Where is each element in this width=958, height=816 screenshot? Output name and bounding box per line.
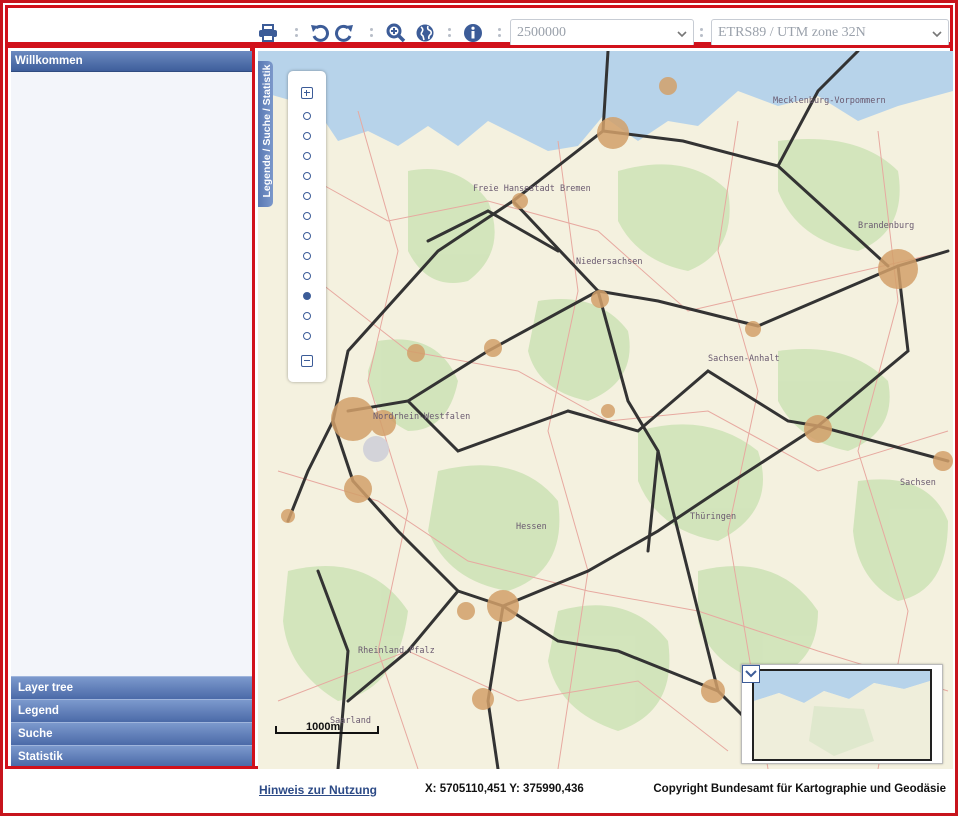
zoom-level-7[interactable] (303, 232, 311, 240)
selection-marker (363, 436, 389, 462)
zoom-bar (288, 71, 326, 382)
toolbar: 2500000 ETRS89 / UTM zone 32N (5, 5, 953, 47)
toolbar-separator (370, 26, 373, 40)
scale-select-value: 2500000 (517, 25, 566, 40)
zoom-in-button[interactable] (385, 21, 407, 45)
place-label-nrw: Nordrhein-Westfalen (373, 412, 470, 422)
toolbar-separator (498, 26, 501, 40)
place-label-hessen: Hessen (516, 522, 547, 532)
sidebar: Willkommen Layer tree Legend Suche Stati… (5, 45, 253, 769)
zoom-level-3[interactable] (303, 152, 311, 160)
print-icon (259, 24, 277, 42)
globe-icon (416, 24, 434, 42)
undo-icon (311, 24, 329, 42)
sidebar-item-legend[interactable]: Legend (11, 699, 253, 722)
redo-button[interactable] (333, 21, 355, 45)
overview-toggle-button[interactable] (742, 665, 760, 683)
crs-select-value: ETRS89 / UTM zone 32N (718, 25, 866, 40)
map-panel: Freie Hansestadt Bremen Mecklenburg-Vorp… (252, 45, 953, 769)
zoom-out-control[interactable] (301, 355, 313, 367)
toolbar-separator (295, 26, 298, 40)
crs-select[interactable]: ETRS89 / UTM zone 32N (711, 19, 949, 47)
sidebar-header-willkommen[interactable]: Willkommen (11, 51, 253, 72)
sidebar-item-layer-tree[interactable]: Layer tree (11, 676, 253, 699)
print-button[interactable] (257, 21, 279, 45)
welcome-panel (11, 72, 253, 677)
copyright-text: Copyright Bundesamt für Kartographie und… (653, 783, 946, 795)
zoom-level-9[interactable] (303, 272, 311, 280)
place-label-bremen: Freie Hansestadt Bremen (473, 184, 591, 194)
footer: Hinweis zur Nutzung X: 5705110,451 Y: 37… (5, 770, 953, 810)
chevron-down-icon (745, 670, 757, 678)
place-label-rheinland-pfalz: Rheinland-Pfalz (358, 646, 435, 656)
undo-button[interactable] (309, 21, 331, 45)
zoom-level-12[interactable] (303, 332, 311, 340)
overview-map-tiles (754, 671, 930, 759)
info-button[interactable] (462, 21, 484, 45)
zoom-level-6[interactable] (303, 212, 311, 220)
zoom-level-10[interactable] (303, 292, 311, 300)
toolbar-separator (700, 26, 703, 40)
zoom-level-8[interactable] (303, 252, 311, 260)
place-label-sachsen-anhalt: Sachsen-Anhalt (708, 354, 780, 364)
usage-note-link[interactable]: Hinweis zur Nutzung (259, 783, 377, 797)
sidebar-item-suche[interactable]: Suche (11, 722, 253, 745)
chevron-down-icon (677, 31, 687, 38)
zoom-level-5[interactable] (303, 192, 311, 200)
scale-select[interactable]: 2500000 (510, 19, 694, 47)
map-tiles: Freie Hansestadt Bremen Mecklenburg-Vorp… (258, 51, 953, 769)
overview-map (741, 664, 943, 764)
zoom-level-11[interactable] (303, 312, 311, 320)
overview-map-frame[interactable] (752, 669, 932, 761)
globe-button[interactable] (414, 21, 436, 45)
zoom-level-1[interactable] (303, 112, 311, 120)
place-label-thueringen: Thüringen (690, 512, 736, 522)
redo-icon (335, 24, 353, 42)
map-canvas[interactable]: Freie Hansestadt Bremen Mecklenburg-Vorp… (258, 51, 953, 769)
place-label-brandenburg: Brandenburg (858, 221, 914, 231)
sidebar-item-statistik[interactable]: Statistik (11, 745, 253, 766)
chevron-down-icon (932, 31, 942, 38)
zoom-level-2[interactable] (303, 132, 311, 140)
info-icon (464, 24, 482, 42)
place-label-niedersachsen: Niedersachsen (576, 257, 643, 267)
coordinates-readout: X: 5705110,451 Y: 375990,436 (425, 783, 584, 795)
scale-label: 1000m (306, 721, 341, 733)
zoom-in-icon (386, 23, 406, 43)
side-tab-label: Legende / Suche / Statistik (261, 64, 273, 198)
toolbar-separator (448, 26, 451, 40)
zoom-in-control[interactable] (301, 87, 313, 99)
place-label-sachsen: Sachsen (900, 478, 936, 488)
legend-search-stats-tab[interactable]: Legende / Suche / Statistik (258, 61, 273, 207)
zoom-level-4[interactable] (303, 172, 311, 180)
place-label-mecklenburg: Mecklenburg-Vorpommern (773, 96, 886, 106)
